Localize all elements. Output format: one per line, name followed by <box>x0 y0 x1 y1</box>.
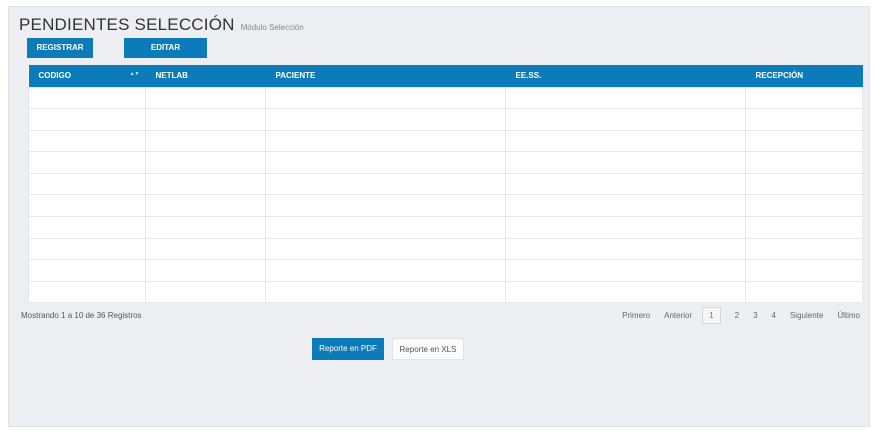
table-cell <box>265 86 506 110</box>
table-cell <box>745 237 863 261</box>
sort-icon[interactable]: ▲▼ <box>130 71 140 77</box>
records-table: CODIGO ▲▼ NETLAB PACIENTE EE.SS. RECEPCI… <box>28 65 863 304</box>
table-row[interactable] <box>28 172 863 196</box>
column-header-label: EE.SS. <box>515 71 542 81</box>
table-cell <box>745 280 863 304</box>
table-row[interactable] <box>28 216 863 239</box>
table-row[interactable] <box>28 108 863 131</box>
report-xls-button[interactable]: Reporte en XLS <box>392 338 464 360</box>
table-cell <box>145 194 266 218</box>
table-cell <box>265 194 506 218</box>
table-cell <box>265 129 506 153</box>
table-cell <box>745 259 863 282</box>
table-cell <box>505 86 746 110</box>
table-cell <box>145 280 266 304</box>
table-cell <box>28 86 146 110</box>
table-cell <box>145 129 266 153</box>
column-header-label: NETLAB <box>155 71 188 81</box>
table-cell <box>505 259 746 282</box>
column-header-label: CODIGO <box>38 71 71 81</box>
pagination-next[interactable]: Siguiente <box>790 311 823 320</box>
table-cell <box>505 216 746 239</box>
table-cell <box>505 151 746 174</box>
column-header-eess[interactable]: EE.SS. <box>505 65 746 87</box>
table-cell <box>145 259 266 282</box>
pagination-page-4[interactable]: 4 <box>772 311 776 320</box>
table-cell <box>745 86 863 110</box>
table-row[interactable] <box>28 280 863 304</box>
table-cell <box>28 129 146 153</box>
page-subtitle: Módulo Selección <box>240 23 304 32</box>
table-row[interactable] <box>28 129 863 153</box>
table-row[interactable] <box>28 259 863 282</box>
table-header-row: CODIGO ▲▼ NETLAB PACIENTE EE.SS. RECEPCI… <box>28 65 863 87</box>
pagination-page-2[interactable]: 2 <box>735 311 739 320</box>
pagination: Primero Anterior 1 2 3 4 Siguiente Últim… <box>608 307 860 324</box>
column-header-recepcion[interactable]: RECEPCIÓN <box>745 65 863 87</box>
page-title: PENDIENTES SELECCIÓN <box>19 15 235 34</box>
table-cell <box>265 280 506 304</box>
table-cell <box>28 172 146 196</box>
pagination-previous[interactable]: Anterior <box>664 311 692 320</box>
column-header-netlab[interactable]: NETLAB <box>145 65 266 87</box>
table-cell <box>265 216 506 239</box>
column-header-codigo[interactable]: CODIGO ▲▼ <box>28 65 146 87</box>
table-cell <box>28 194 146 218</box>
pagination-page-3[interactable]: 3 <box>753 311 757 320</box>
table-cell <box>145 216 266 239</box>
table-cell <box>745 172 863 196</box>
table-cell <box>265 151 506 174</box>
pagination-first[interactable]: Primero <box>622 311 650 320</box>
table-cell <box>505 129 746 153</box>
pagination-last[interactable]: Último <box>837 311 860 320</box>
table-body <box>28 86 863 304</box>
table-cell <box>28 237 146 261</box>
register-button[interactable]: REGISTRAR <box>27 38 93 58</box>
table-cell <box>745 151 863 174</box>
table-cell <box>505 280 746 304</box>
table-cell <box>145 237 266 261</box>
table-cell <box>745 129 863 153</box>
table-cell <box>265 237 506 261</box>
table-cell <box>505 108 746 131</box>
table-cell <box>145 108 266 131</box>
column-header-paciente[interactable]: PACIENTE <box>265 65 506 87</box>
table-cell <box>265 172 506 196</box>
table-row[interactable] <box>28 151 863 174</box>
table-row[interactable] <box>28 237 863 261</box>
table-cell <box>505 172 746 196</box>
column-header-label: PACIENTE <box>275 71 316 81</box>
table-row[interactable] <box>28 194 863 218</box>
table-cell <box>28 151 146 174</box>
column-header-label: RECEPCIÓN <box>755 71 804 81</box>
edit-button[interactable]: EDITAR <box>124 38 207 58</box>
table-cell <box>265 259 506 282</box>
table-cell <box>505 194 746 218</box>
table-cell <box>265 108 506 131</box>
table-cell <box>145 172 266 196</box>
table-cell <box>28 108 146 131</box>
page-header: PENDIENTES SELECCIÓN Módulo Selección <box>19 15 304 35</box>
report-pdf-button[interactable]: Reporte en PDF <box>312 338 384 360</box>
table-cell <box>145 86 266 110</box>
table-cell <box>28 259 146 282</box>
table-cell <box>745 194 863 218</box>
main-panel: PENDIENTES SELECCIÓN Módulo Selección RE… <box>8 6 870 427</box>
table-cell <box>28 216 146 239</box>
table-cell <box>745 108 863 131</box>
table-cell <box>745 216 863 239</box>
table-row[interactable] <box>28 86 863 110</box>
table-cell <box>28 280 146 304</box>
records-info: Mostrando 1 a 10 de 36 Registros <box>21 311 142 320</box>
pagination-page-1[interactable]: 1 <box>702 307 721 324</box>
table-cell <box>145 151 266 174</box>
table-cell <box>505 237 746 261</box>
